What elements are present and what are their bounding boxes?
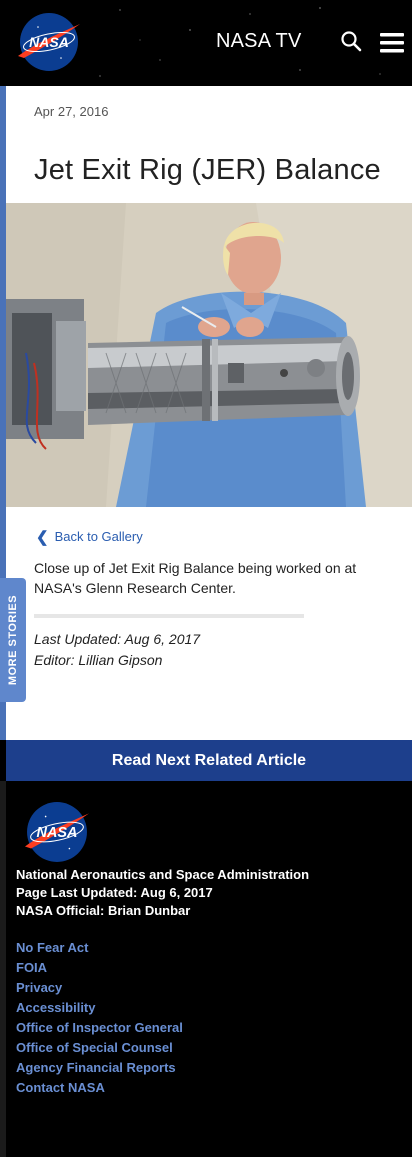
site-header: NASA NASA TV bbox=[0, 0, 412, 86]
footer-link-inspector-general[interactable]: Office of Inspector General bbox=[16, 1018, 183, 1038]
nasa-logo[interactable]: NASA bbox=[16, 12, 82, 72]
article-date: Apr 27, 2016 bbox=[34, 104, 109, 119]
more-stories-tab[interactable]: MORE STORIES bbox=[0, 578, 26, 702]
hamburger-menu-icon[interactable] bbox=[380, 33, 404, 53]
chevron-left-icon: ❮ bbox=[36, 529, 49, 546]
footer-logo-text: NASA bbox=[37, 825, 78, 841]
search-icon[interactable] bbox=[340, 30, 364, 54]
footer-link-special-counsel[interactable]: Office of Special Counsel bbox=[16, 1038, 183, 1058]
divider bbox=[34, 614, 304, 618]
footer-link-contact-nasa[interactable]: Contact NASA bbox=[16, 1078, 183, 1098]
footer-link-financial-reports[interactable]: Agency Financial Reports bbox=[16, 1058, 183, 1078]
more-stories-label: MORE STORIES bbox=[7, 594, 19, 686]
footer-link-foia[interactable]: FOIA bbox=[16, 958, 183, 978]
nasa-logo-text: NASA bbox=[29, 34, 69, 50]
last-updated: Last Updated: Aug 6, 2017 bbox=[34, 631, 201, 647]
article-photo bbox=[6, 203, 412, 507]
read-next-related-article-button[interactable]: Read Next Related Article bbox=[6, 740, 412, 781]
footer-link-accessibility[interactable]: Accessibility bbox=[16, 998, 183, 1018]
agency-info: National Aeronautics and Space Administr… bbox=[16, 866, 309, 920]
back-to-gallery-link[interactable]: ❮ Back to Gallery bbox=[36, 527, 143, 546]
article-meta: Last Updated: Aug 6, 2017 Editor: Lillia… bbox=[34, 629, 200, 671]
image-caption: Close up of Jet Exit Rig Balance being w… bbox=[34, 560, 357, 596]
editor: Editor: Lillian Gipson bbox=[34, 652, 163, 668]
nasa-official: NASA Official: Brian Dunbar bbox=[16, 903, 191, 918]
nasa-tv-link[interactable]: NASA TV bbox=[216, 30, 302, 53]
footer-link-no-fear-act[interactable]: No Fear Act bbox=[16, 938, 183, 958]
footer-links: No Fear Act FOIA Privacy Accessibility O… bbox=[16, 938, 183, 1098]
page-last-updated: Page Last Updated: Aug 6, 2017 bbox=[16, 885, 213, 900]
agency-name: National Aeronautics and Space Administr… bbox=[16, 867, 310, 882]
back-to-gallery-label: Back to Gallery bbox=[54, 529, 143, 544]
article-content: Apr 27, 2016 Jet Exit Rig (JER) Balance bbox=[6, 86, 412, 740]
footer-link-privacy[interactable]: Privacy bbox=[16, 978, 183, 998]
footer-nasa-logo[interactable]: NASA bbox=[22, 801, 92, 863]
article-title: Jet Exit Rig (JER) Balance bbox=[34, 154, 381, 186]
site-footer: NASA National Aeronautics and Space Admi… bbox=[0, 781, 412, 1157]
